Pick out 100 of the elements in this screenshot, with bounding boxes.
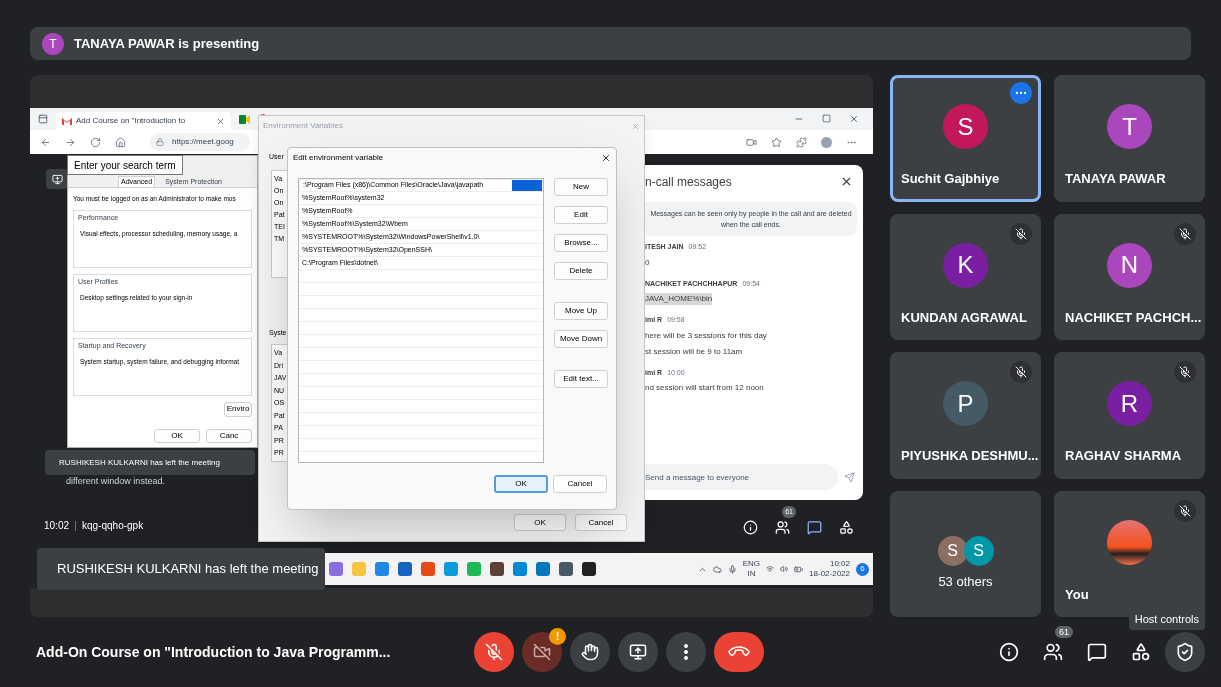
dialog-button[interactable]: Browse...	[554, 234, 608, 252]
message-text: st session will be 9 to 11am	[645, 345, 743, 358]
text-selection	[512, 180, 542, 191]
search-tooltip: Enter your search term	[67, 155, 183, 175]
message-text: nd session will start from 12 noon	[645, 382, 764, 394]
close-icon[interactable]	[601, 153, 611, 163]
microphone-off-icon	[1015, 366, 1027, 378]
dialog-button[interactable]: Delete	[554, 262, 608, 280]
battery-icon[interactable]	[794, 564, 804, 574]
address-bar[interactable]: https://meet.goog	[150, 133, 250, 151]
browser-tab[interactable]: Add Course on "Introduction to	[56, 112, 231, 130]
microphone-off-icon	[1015, 227, 1027, 240]
toast-message: RUSHIKESH KULKARNI has left the meeting	[45, 450, 255, 475]
wifi-icon[interactable]	[766, 565, 775, 573]
avatar: S	[943, 104, 988, 149]
speaker-icon[interactable]	[780, 565, 789, 573]
people-icon	[1043, 642, 1063, 662]
dialog-button[interactable]: Move Down	[554, 330, 608, 348]
tooltip: Host controls	[1128, 609, 1205, 630]
chat-icon	[806, 519, 822, 535]
avatar: R	[1107, 381, 1152, 426]
microphone-off-icon	[1179, 504, 1191, 517]
cloud-icon[interactable]	[712, 564, 722, 574]
tabs-icon[interactable]	[38, 114, 48, 124]
avatar: K	[943, 242, 988, 288]
dialog-button[interactable]: OK	[494, 475, 548, 493]
video-app-icon[interactable]	[239, 114, 250, 124]
back-icon[interactable]	[40, 136, 51, 148]
present-screen-icon	[629, 643, 647, 661]
shield-button[interactable]	[1165, 632, 1205, 672]
microphone-off-icon	[1179, 366, 1191, 378]
home-icon[interactable]	[115, 136, 126, 148]
avatar: T	[1107, 104, 1152, 149]
dialog-button[interactable]: OK	[514, 514, 566, 531]
meeting-time: 10:02	[44, 519, 70, 533]
app-icon[interactable]	[490, 562, 504, 576]
present-button[interactable]	[46, 169, 68, 189]
profile-avatar[interactable]	[821, 136, 832, 148]
close-icon[interactable]	[840, 175, 853, 188]
window-title: Environment Variables	[263, 120, 343, 132]
more-options-button[interactable]	[1010, 82, 1032, 104]
notice-text: different window instead.	[66, 475, 165, 488]
raise-hand-button[interactable]	[570, 632, 610, 672]
message-input[interactable]: Send a message to everyone	[645, 464, 838, 490]
reload-icon[interactable]	[90, 136, 101, 148]
more-icon	[684, 644, 688, 660]
maximize-icon[interactable]	[822, 114, 831, 123]
puzzle-icon[interactable]	[796, 136, 807, 148]
participant-name: PIYUSHKA DESHMU...	[900, 447, 1038, 465]
star-icon[interactable]	[771, 136, 782, 148]
taskbar-clock[interactable]: 10:02 18-02-2022	[809, 559, 850, 579]
forward-icon[interactable]	[65, 136, 76, 148]
tab-title: Add Course on "Introduction to	[76, 115, 186, 127]
message-text: JAVA_HOME%\bin	[645, 293, 713, 305]
shapes-icon	[838, 519, 854, 535]
app-icon[interactable]	[582, 562, 596, 576]
notification-badge[interactable]: 6	[856, 562, 869, 576]
banner-text: TANAYA PAWAR is presenting	[74, 34, 260, 53]
dialog-button[interactable]: Move Up	[554, 302, 608, 320]
chat-icon	[1087, 642, 1107, 662]
participant-name: TANAYA PAWAR	[1064, 170, 1167, 188]
hand-icon	[581, 643, 599, 661]
avatar: S	[963, 536, 994, 566]
dialog-button[interactable]: Edit text...	[554, 370, 608, 388]
avatar: S	[937, 536, 968, 566]
people-icon	[774, 519, 790, 535]
participant-name: NACHIKET PACHCH...	[1064, 308, 1202, 327]
end-call-button[interactable]	[714, 632, 764, 672]
lock-icon	[156, 138, 164, 146]
shapes-icon	[1131, 642, 1151, 662]
microphone-icon[interactable]	[727, 564, 737, 574]
info-icon	[999, 642, 1019, 662]
language-indicator[interactable]: ENG IN	[742, 559, 761, 579]
participant-name: Suchit Gajbhiye	[900, 170, 1001, 188]
app-icon[interactable]	[559, 562, 573, 576]
app-icon[interactable]	[536, 562, 550, 576]
shield-icon	[1175, 642, 1195, 662]
participant-name: 53 others	[938, 573, 993, 591]
meeting-code: kqg-qqho-gpk	[82, 519, 144, 533]
more-options-button[interactable]	[666, 632, 706, 672]
message-text: here will be 3 sessions for this day	[645, 329, 767, 342]
camera-off-icon	[533, 643, 551, 661]
send-icon[interactable]	[844, 471, 855, 483]
camera-icon[interactable]	[746, 136, 757, 148]
dialog-button[interactable]: Canc	[206, 428, 252, 443]
dialog-title: Edit environment variable	[293, 152, 384, 164]
dialog-button[interactable]: OK	[154, 428, 200, 443]
warning-badge: !	[549, 628, 566, 645]
dialog-button[interactable]: Edit	[554, 206, 608, 224]
info-icon	[742, 519, 758, 535]
toast-message: RUSHIKESH KULKARNI has left the meeting	[37, 548, 325, 590]
dialog-button[interactable]: New	[554, 178, 608, 196]
app-icon[interactable]	[398, 562, 412, 576]
dialog-button[interactable]: Cancel	[553, 475, 607, 493]
present-button[interactable]	[618, 632, 658, 672]
panel-title: n-call messages	[645, 173, 732, 191]
dialog-button[interactable]: Cancel	[575, 514, 627, 531]
microphone-button[interactable]	[474, 632, 514, 672]
message-text: 0	[645, 256, 650, 269]
environment-variables-button[interactable]: Enviro	[224, 401, 252, 417]
